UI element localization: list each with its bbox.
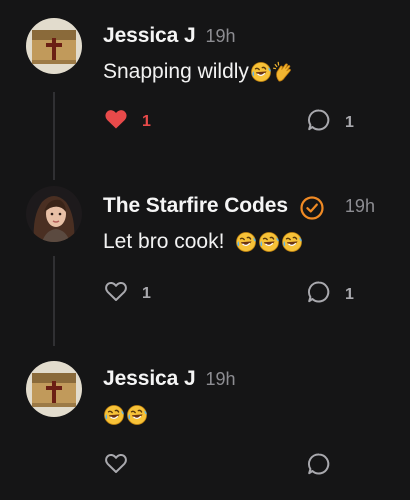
author-name[interactable]: Jessica J	[103, 367, 196, 391]
comment-header: The Starfire Codes 19h	[103, 194, 375, 220]
heart-outline-icon	[104, 280, 128, 307]
comment-body: Let bro cook!	[103, 230, 303, 254]
rofl-emoji	[281, 231, 303, 253]
like-button[interactable]: 1	[104, 280, 151, 307]
rofl-emoji	[103, 404, 125, 426]
comment-header: Jessica J 19h	[103, 367, 236, 391]
timestamp[interactable]: 19h	[345, 196, 375, 217]
clapping-hands-emoji	[273, 61, 295, 83]
like-button[interactable]	[104, 452, 128, 479]
like-button[interactable]: 1	[104, 108, 151, 135]
rofl-emoji	[126, 404, 148, 426]
author-name[interactable]: Jessica J	[103, 24, 196, 48]
comment-body: Snapping wildly	[103, 60, 295, 84]
reply-count: 1	[345, 285, 354, 303]
rofl-emoji	[250, 61, 272, 83]
rofl-emoji	[258, 231, 280, 253]
speech-bubble-icon	[307, 452, 331, 481]
like-count: 1	[142, 112, 151, 130]
comment-body	[103, 404, 148, 426]
like-count: 1	[142, 284, 151, 302]
avatar[interactable]	[26, 361, 82, 417]
author-name[interactable]: The Starfire Codes	[103, 194, 288, 218]
timestamp[interactable]: 19h	[206, 369, 236, 390]
heart-icon	[104, 108, 128, 135]
speech-bubble-icon	[307, 280, 331, 309]
comment-text: Snapping wildly	[103, 60, 249, 83]
verified-check-icon	[299, 195, 325, 221]
comment-text: Let bro cook!	[103, 230, 231, 253]
thread-line	[53, 92, 55, 180]
rofl-emoji	[235, 231, 257, 253]
avatar[interactable]	[26, 18, 82, 74]
reply-count: 1	[345, 113, 354, 131]
timestamp[interactable]: 19h	[206, 26, 236, 47]
speech-bubble-icon	[307, 108, 331, 137]
reply-button[interactable]: 1	[307, 108, 354, 137]
avatar[interactable]	[26, 186, 82, 242]
thread-line	[53, 256, 55, 346]
reply-button[interactable]: 1	[307, 280, 354, 309]
reply-button[interactable]	[307, 452, 331, 481]
heart-outline-icon	[104, 452, 128, 479]
comment-header: Jessica J 19h	[103, 24, 236, 48]
